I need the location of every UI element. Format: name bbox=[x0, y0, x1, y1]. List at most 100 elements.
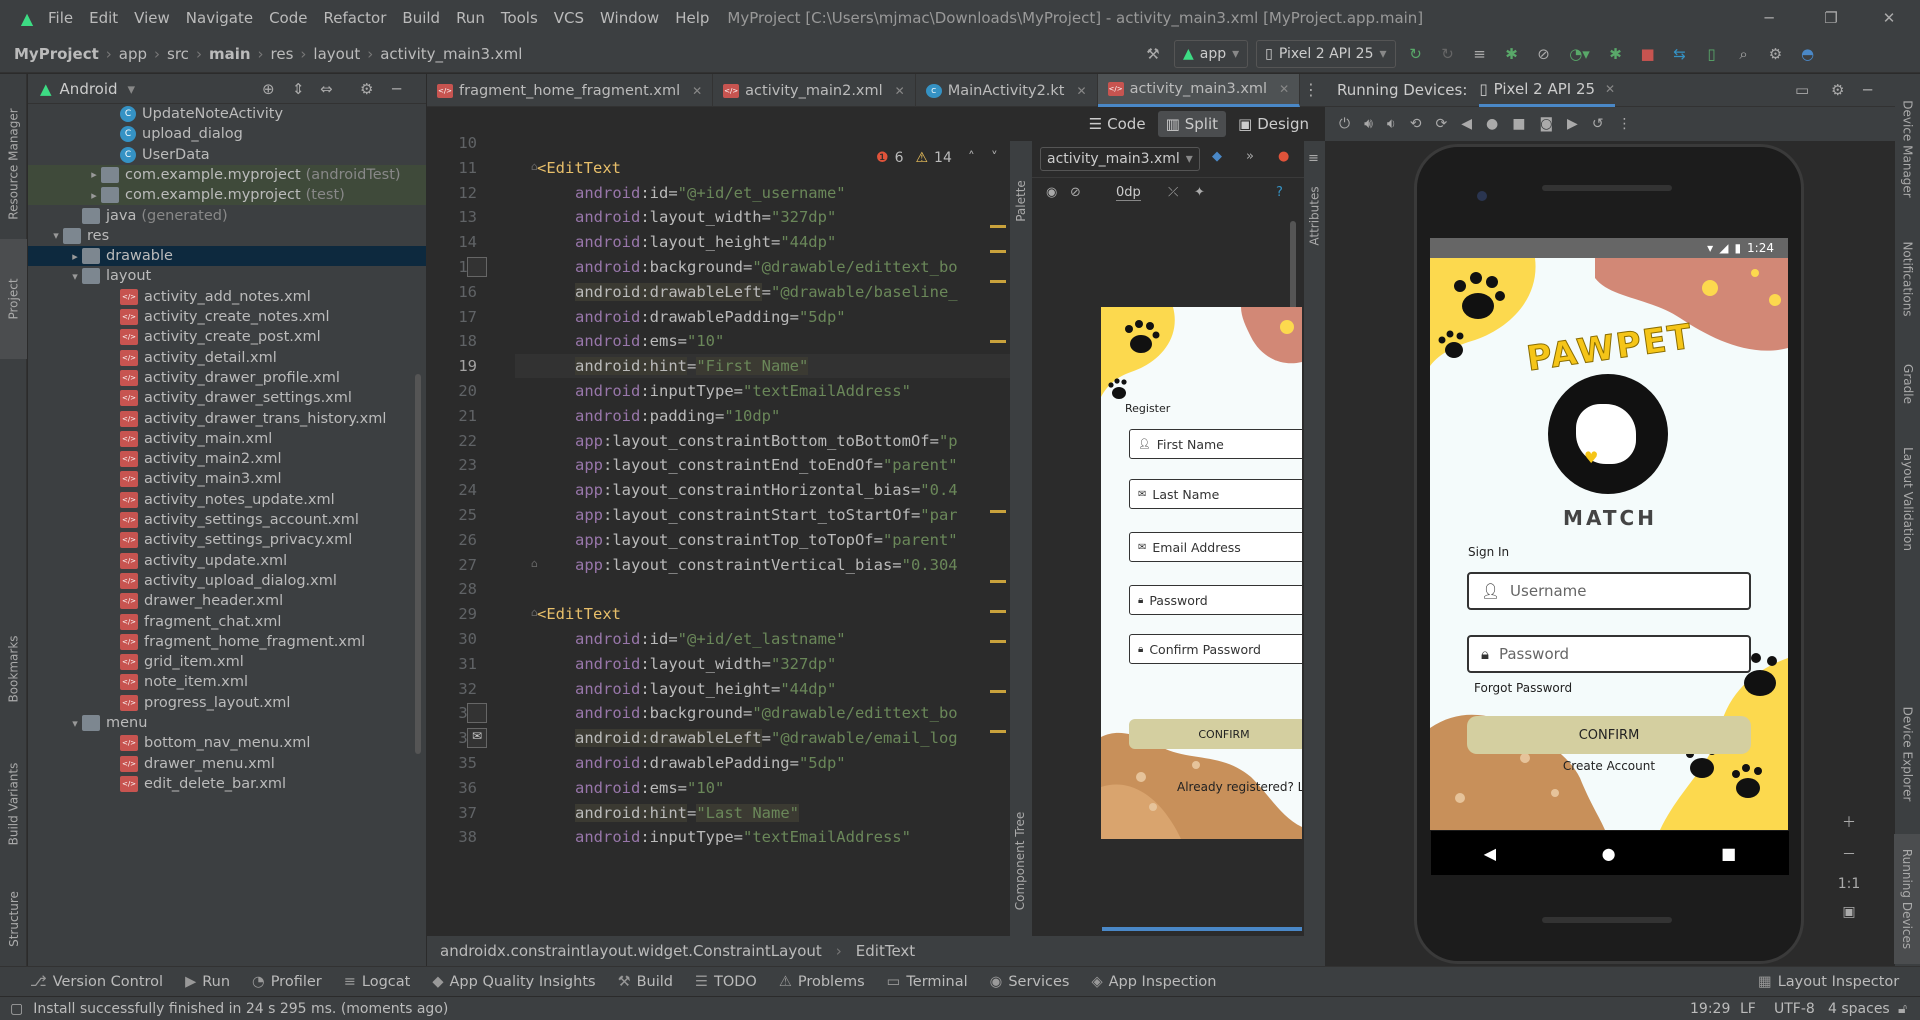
warning-marker[interactable] bbox=[990, 280, 1006, 283]
tree-item[interactable]: </> note_item.xml bbox=[28, 672, 426, 692]
create-account-link[interactable]: Create Account bbox=[1559, 759, 1659, 773]
infer-constraints-icon[interactable]: ✦ bbox=[1194, 185, 1205, 200]
code-line[interactable]: android:layout_width="327dp" bbox=[575, 652, 836, 676]
drawable-preview-icon[interactable]: ✉ bbox=[467, 728, 487, 749]
tool-tab-resource-manager[interactable]: Resource Manager bbox=[0, 94, 27, 234]
tree-item[interactable]: ▾ layout bbox=[28, 266, 426, 286]
split-mode-button[interactable]: ▥ Split bbox=[1157, 111, 1227, 137]
menu-navigate[interactable]: Navigate bbox=[178, 0, 261, 36]
caret-position[interactable]: 19:29 bbox=[1690, 1001, 1730, 1017]
profile-icon[interactable]: ◔▾ bbox=[1564, 40, 1596, 68]
search-icon[interactable]: ⌕ bbox=[1732, 40, 1756, 68]
menu-refactor[interactable]: Refactor bbox=[315, 0, 394, 36]
code-line[interactable]: android:hint="Last Name" bbox=[575, 801, 799, 825]
tool-tab-project[interactable]: Project bbox=[0, 239, 27, 359]
apply-changes-icon[interactable]: ↻ bbox=[1404, 40, 1428, 68]
warning-marker[interactable] bbox=[990, 730, 1006, 733]
menu-edit[interactable]: Edit bbox=[81, 0, 126, 36]
inspection-widget[interactable]: ❶ 6 ⚠ 14 ˄ ˅ bbox=[876, 150, 998, 166]
menu-view[interactable]: View bbox=[126, 0, 178, 36]
warning-marker[interactable] bbox=[990, 610, 1006, 613]
tree-scrollbar[interactable] bbox=[415, 374, 421, 754]
code-line[interactable]: android:id="@+id/et_lastname" bbox=[575, 627, 846, 651]
breadcrumb-item[interactable]: activity_main3.xml bbox=[380, 45, 522, 63]
tree-item[interactable]: </> activity_settings_privacy.xml bbox=[28, 530, 426, 550]
menu-file[interactable]: File bbox=[40, 0, 81, 36]
code-line[interactable]: app:layout_constraintStart_toStartOf="pa… bbox=[575, 503, 958, 527]
tree-item[interactable]: </> activity_drawer_profile.xml bbox=[28, 368, 426, 388]
tab-fragment-home-fragment-xml[interactable]: </> fragment_home_fragment.xml ✕ bbox=[427, 74, 714, 107]
nav-recents-icon[interactable]: ■ bbox=[1721, 844, 1736, 863]
breadcrumb-edittext[interactable]: EditText bbox=[856, 942, 915, 960]
more-icon[interactable]: ⋮ bbox=[1618, 116, 1632, 132]
breadcrumb-item[interactable]: res bbox=[271, 45, 294, 63]
tree-item[interactable]: </> drawer_header.xml bbox=[28, 591, 426, 611]
code-line[interactable]: app:layout_constraintVertical_bias="0.30… bbox=[575, 553, 958, 577]
tree-item[interactable]: </> activity_drawer_settings.xml bbox=[28, 388, 426, 408]
close-tab-icon[interactable]: ✕ bbox=[692, 84, 702, 98]
code-line[interactable]: android:drawablePadding="5dp" bbox=[575, 305, 846, 329]
menu-window[interactable]: Window bbox=[592, 0, 667, 36]
code-line[interactable]: app:layout_constraintHorizontal_bias="0.… bbox=[575, 478, 958, 502]
hide-panel-icon[interactable]: ─ bbox=[1863, 81, 1872, 99]
expand-arrow-icon[interactable]: ▸ bbox=[87, 168, 101, 181]
tree-item[interactable]: Cupload_dialog bbox=[28, 124, 426, 144]
tool-tab-bookmarks[interactable]: Bookmarks bbox=[0, 619, 27, 719]
code-line[interactable]: android:id="@+id/et_username" bbox=[575, 181, 846, 205]
menu-run[interactable]: Run bbox=[448, 0, 493, 36]
back-icon[interactable]: ◀ bbox=[1461, 116, 1472, 132]
palette-tab[interactable]: Palette bbox=[1007, 161, 1034, 241]
clear-constraints-icon[interactable]: ⤫ bbox=[1168, 185, 1178, 200]
tab-activity-main3-xml[interactable]: </> activity_main3.xml ✕ bbox=[1097, 74, 1301, 107]
expand-arrow-icon[interactable]: ▾ bbox=[68, 270, 82, 283]
layout-file-select[interactable]: activity_main3.xml ▾ bbox=[1040, 147, 1200, 171]
tree-item[interactable]: ▸ com.example.myproject (androidTest) bbox=[28, 164, 426, 185]
locate-icon[interactable]: ⊕ bbox=[262, 80, 275, 98]
tree-item[interactable]: </> grid_item.xml bbox=[28, 652, 426, 672]
expand-all-icon[interactable]: ⇕ bbox=[292, 80, 305, 98]
collapse-all-icon[interactable]: ⇔ bbox=[320, 80, 333, 98]
zoom-out-icon[interactable]: － bbox=[1842, 844, 1856, 864]
tree-item[interactable]: </> activity_add_notes.xml bbox=[28, 287, 426, 307]
android-debug-icon[interactable]: ✱ bbox=[1604, 40, 1628, 68]
zoom-actual-button[interactable]: 1:1 bbox=[1838, 876, 1861, 892]
breadcrumb-item[interactable]: layout bbox=[313, 45, 360, 63]
tree-item[interactable]: ▸ drawable bbox=[28, 246, 426, 267]
code-line[interactable]: android:layout_height="44dp" bbox=[575, 677, 836, 701]
warning-marker[interactable] bbox=[990, 640, 1006, 643]
code-line[interactable]: <EditText bbox=[537, 156, 621, 180]
tool-tab-layout-validation[interactable]: Layout Validation bbox=[1894, 429, 1920, 569]
forgot-password-link[interactable]: Forgot Password bbox=[1474, 681, 1572, 695]
volume-up-icon[interactable]: 🔊︎ bbox=[1364, 116, 1373, 132]
tree-item[interactable]: ▾ menu bbox=[28, 713, 426, 733]
volume-down-icon[interactable]: 🔉︎ bbox=[1387, 116, 1396, 132]
help-icon[interactable]: ? bbox=[1276, 185, 1283, 200]
tool-tab-device-explorer[interactable]: Device Explorer bbox=[1894, 694, 1920, 814]
menu-tools[interactable]: Tools bbox=[493, 0, 546, 36]
tab-mainactivity2-kt[interactable]: C MainActivity2.kt ✕ bbox=[916, 74, 1098, 107]
overflow-icon[interactable]: » bbox=[1246, 149, 1254, 164]
status-message[interactable]: Install successfully finished in 24 s 29… bbox=[33, 1001, 448, 1017]
indent-setting[interactable]: 4 spaces bbox=[1828, 1001, 1890, 1017]
tool-app-inspection[interactable]: ◈ App Inspection bbox=[1091, 974, 1216, 990]
confirm-button[interactable]: CONFIRM bbox=[1467, 716, 1751, 754]
tree-item[interactable]: ▾ res bbox=[28, 226, 426, 246]
fit-screen-icon[interactable]: ▣ bbox=[1842, 904, 1855, 920]
code-line[interactable]: android:ems="10" bbox=[575, 776, 724, 800]
warning-marker[interactable] bbox=[990, 340, 1006, 343]
hide-panel-icon[interactable]: ─ bbox=[392, 80, 401, 98]
tree-item[interactable]: C UserData bbox=[28, 145, 426, 165]
screenshot-icon[interactable]: ◙ bbox=[1539, 116, 1553, 132]
close-tab-icon[interactable]: ✕ bbox=[1279, 82, 1289, 96]
warning-marker[interactable] bbox=[990, 580, 1006, 583]
tool-tab-running-devices[interactable]: Running Devices bbox=[1894, 834, 1920, 964]
tool-app-quality-insights[interactable]: ◆ App Quality Insights bbox=[432, 974, 595, 990]
warning-marker[interactable] bbox=[990, 690, 1006, 693]
tool-todo[interactable]: ☰ TODO bbox=[695, 974, 757, 990]
attach-debugger-icon[interactable]: ⊘ bbox=[1532, 40, 1556, 68]
android-head-icon[interactable]: ◓ bbox=[1796, 40, 1820, 68]
tree-item[interactable]: </> activity_create_notes.xml bbox=[28, 307, 426, 327]
code-mode-button[interactable]: ☰ Code bbox=[1081, 111, 1154, 137]
username-field[interactable]: 👤︎ Username bbox=[1467, 572, 1751, 610]
fold-icon[interactable]: ⌂ bbox=[531, 160, 538, 173]
